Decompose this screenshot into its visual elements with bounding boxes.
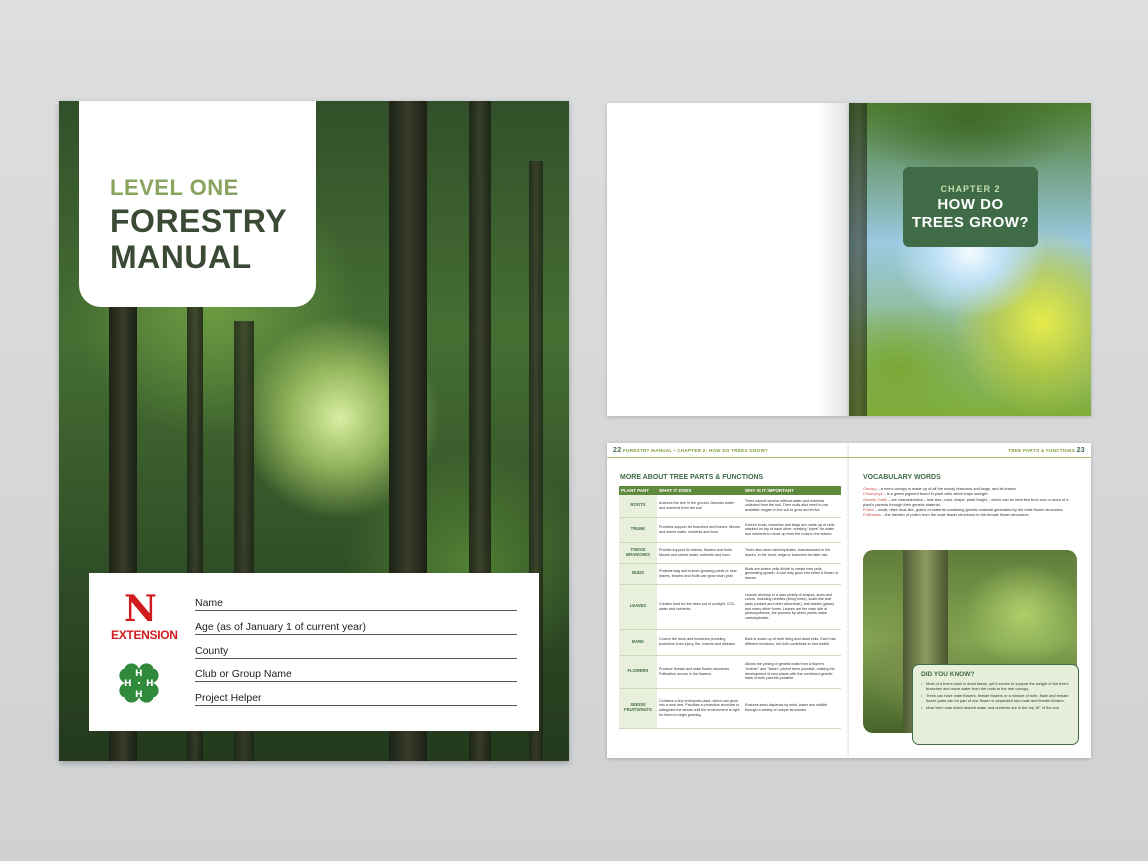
chapter-opener-photo: CHAPTER 2 HOW DO TREES GROW? xyxy=(849,103,1091,416)
vocab-list: Canopy – a tree's canopy is made up of a… xyxy=(863,486,1078,518)
list-item: Most tree roots which absorb water and n… xyxy=(921,705,1073,710)
table-cell: Leaves develop in a vast variety of shap… xyxy=(743,584,841,630)
table-cell: TWIGS/ BRANCHES xyxy=(619,542,657,564)
table-cell: LEAVES xyxy=(619,584,657,630)
table-cell: ROOTS xyxy=(619,495,657,518)
table-row: BARK Covers the trunk and branches provi… xyxy=(619,629,841,656)
did-you-know-box: DID YOU KNOW? Most of a tree's trunk is … xyxy=(912,664,1079,745)
did-you-know-list: Most of a tree's trunk is dead tissue, y… xyxy=(921,681,1073,712)
table-header-plant-part: PLANT PART xyxy=(619,486,657,495)
vocab-term: Pollen xyxy=(863,507,874,513)
vocab-term: Pollination xyxy=(863,512,881,518)
vocab-def: – is a green pigment found in plant cell… xyxy=(882,491,989,497)
extension-logo-text: EXTENSION xyxy=(111,628,178,642)
page22-running-head: FORESTRY MANUAL • CHAPTER 2: HOW DO TREE… xyxy=(622,448,769,453)
page-22: 22 FORESTRY MANUAL • CHAPTER 2: HOW DO T… xyxy=(607,443,849,758)
field-name[interactable]: Name xyxy=(195,597,517,611)
table-row: TWIGS/ BRANCHES Provide support for leav… xyxy=(619,542,841,564)
four-h-clover-icon: HHH H xyxy=(119,663,159,703)
table-cell: TRUNK xyxy=(619,517,657,543)
table-row: ROOTS Anchors the tree in the ground. Ab… xyxy=(619,495,841,518)
table-cell: Allows the joining of genetic traits fro… xyxy=(743,655,841,689)
table-cell: BARK xyxy=(619,629,657,656)
table-cell: Provide support for leaves, flowers and … xyxy=(657,542,743,564)
list-item: Trees can have male flowers, female flow… xyxy=(921,693,1073,703)
vocab-def: – small, often dust-like, grains of mate… xyxy=(873,507,1064,513)
svg-text:H: H xyxy=(146,679,154,689)
vocab-def: – a tree's canopy is made up of all the … xyxy=(876,486,1017,491)
table-row: LEAVES Creates food for the trees out of… xyxy=(619,584,841,630)
tree-parts-section-title: MORE ABOUT TREE PARTS & FUNCTIONS xyxy=(620,474,764,481)
did-you-know-title: DID YOU KNOW? xyxy=(921,671,975,678)
table-cell: Protects twig and branch growing points … xyxy=(657,563,743,585)
field-project-helper[interactable]: Project Helper xyxy=(195,692,517,706)
chapter-title-line1: HOW DO xyxy=(937,196,1004,213)
table-cell: Contains a tiny embryonic plant, which c… xyxy=(657,688,743,729)
nebraska-n-logo: N xyxy=(124,588,157,630)
field-age[interactable]: Age (as of January 1 of current year) xyxy=(195,621,517,635)
tree-parts-table: PLANT PART WHAT IT DOES WHY IS IT IMPORT… xyxy=(619,486,841,729)
table-cell: Anchors the tree in the ground. Absorbs … xyxy=(657,495,743,518)
vocab-term: Genetic Traits xyxy=(863,496,888,502)
table-header-row: PLANT PART WHAT IT DOES WHY IS IT IMPORT… xyxy=(619,486,841,495)
cover-info-form: N EXTENSION HHHH Name Age (as of January… xyxy=(89,573,539,731)
page-23: TREE PARTS & FUNCTIONS 23 VOCABULARY WOR… xyxy=(849,443,1091,758)
cover-title-line2: MANUAL xyxy=(110,239,252,275)
vocab-def: – the transfer of pollen from the male f… xyxy=(880,512,1030,518)
chapter-title-line2: TREES GROW? xyxy=(911,214,1030,231)
page-number-23: 23 xyxy=(1076,447,1085,454)
field-club[interactable]: Club or Group Name xyxy=(195,668,517,682)
table-cell: FLOWERS xyxy=(619,655,657,689)
table-cell: Ensures seed dispersal by wind, water an… xyxy=(743,688,841,729)
table-row: SEEDS/ FRUITS/NUTS Contains a tiny embry… xyxy=(619,688,841,729)
cover-title-line1: FORESTRY xyxy=(110,203,288,239)
spread1-left-page xyxy=(607,103,849,416)
vocab-item: Genetic Traits – are characteristics – l… xyxy=(863,497,1078,508)
table-row: TRUNK Provides support for branches and … xyxy=(619,517,841,543)
svg-text:H: H xyxy=(135,669,143,679)
svg-text:H: H xyxy=(124,679,132,689)
vocab-section-title: VOCABULARY WORDS xyxy=(863,474,941,481)
table-cell: Creates food for the trees out of sunlig… xyxy=(657,584,743,630)
vocab-def: – are characteristics – leaf size, color… xyxy=(863,496,1069,507)
page23-running-head: TREE PARTS & FUNCTIONS xyxy=(1008,448,1076,453)
table-row: FLOWERS Produce female and male flower s… xyxy=(619,655,841,689)
table-cell: A tree's trunk, branches and twigs are m… xyxy=(743,517,841,543)
page22-header: 22 FORESTRY MANUAL • CHAPTER 2: HOW DO T… xyxy=(613,447,768,454)
list-item: Most of a tree's trunk is dead tissue, y… xyxy=(921,681,1073,691)
svg-text:H: H xyxy=(135,690,143,700)
page23-header: TREE PARTS & FUNCTIONS 23 xyxy=(1008,447,1085,454)
chapter-title-card: CHAPTER 2 HOW DO TREES GROW? xyxy=(903,167,1038,247)
chapter-label: CHAPTER 2 xyxy=(940,184,1001,194)
table-cell: Bark is made up of both living and dead … xyxy=(743,629,841,656)
table-cell: Provides support for branches and leaves… xyxy=(657,517,743,543)
table-cell: SEEDS/ FRUITS/NUTS xyxy=(619,688,657,729)
cover-title: FORESTRY MANUAL xyxy=(110,203,287,275)
table-cell: Covers the trunk and branches providing … xyxy=(657,629,743,656)
table-cell: BUDS xyxy=(619,563,657,585)
page-number-22: 22 xyxy=(613,447,622,454)
table-header-why: WHY IS IT IMPORTANT xyxy=(743,486,841,495)
vocab-term: Canopy xyxy=(863,486,877,491)
table-cell: Trees cannot survive without water and n… xyxy=(743,495,841,518)
table-cell: Produce female and male flower structure… xyxy=(657,655,743,689)
table-cell: Trees also store carbohydrates, manufact… xyxy=(743,542,841,564)
table-header-what: WHAT IT DOES xyxy=(657,486,743,495)
field-county[interactable]: County xyxy=(195,645,517,659)
cover-level-label: LEVEL ONE xyxy=(110,175,239,200)
table-row: BUDS Protects twig and branch growing po… xyxy=(619,563,841,585)
chapter-title: HOW DO TREES GROW? xyxy=(903,196,1038,232)
cover-title-card: LEVEL ONE FORESTRY MANUAL xyxy=(79,101,316,307)
vocab-term: Chlorophyll xyxy=(863,491,883,497)
vocab-item: Pollination – the transfer of pollen fro… xyxy=(863,512,1078,517)
table-cell: Buds are where cells divide to create ne… xyxy=(743,563,841,585)
